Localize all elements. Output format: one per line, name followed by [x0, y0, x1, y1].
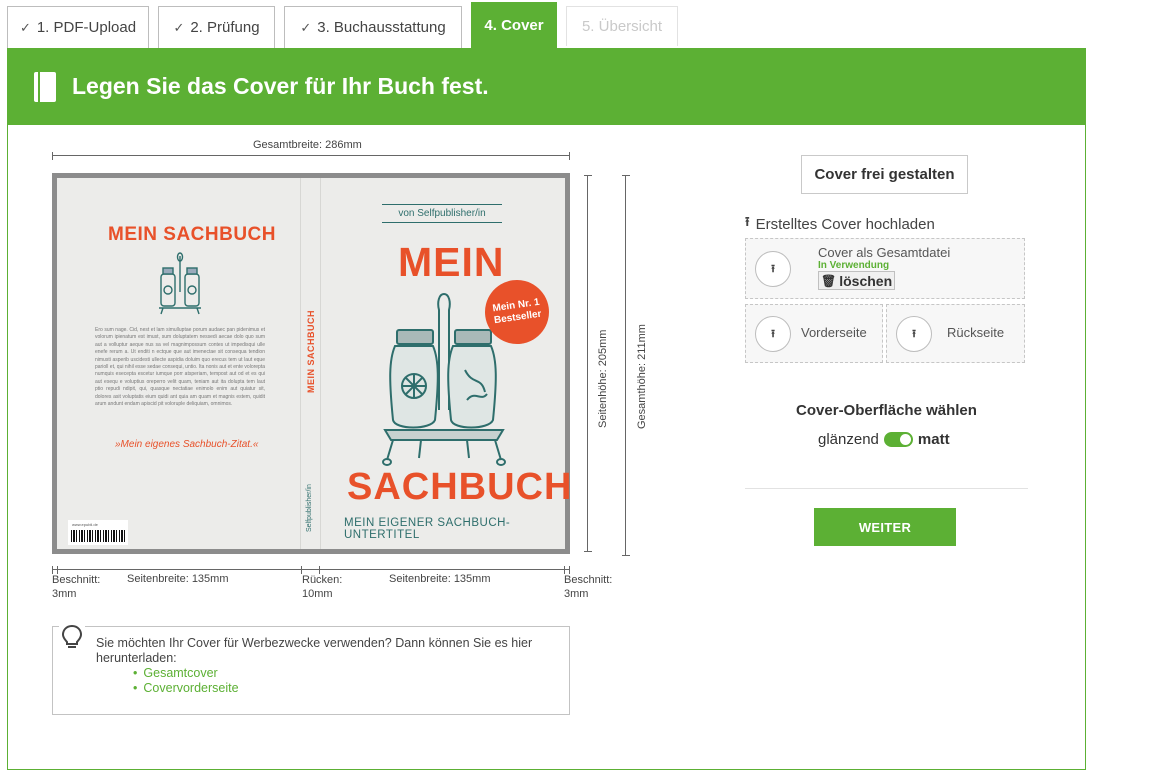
- total-width-label: Gesamtbreite: 286mm: [253, 139, 362, 151]
- glossy-label: glänzend: [818, 431, 879, 448]
- download-links: Gesamtcover Covervorderseite: [133, 666, 551, 696]
- barcode: www.epubli.de: [68, 520, 128, 545]
- front-cover-subtitle: MEIN EIGENER SACHBUCH-UNTERTITEL: [344, 517, 511, 541]
- back-cover-title: MEIN SACHBUCH: [108, 224, 276, 245]
- tab-cover[interactable]: 4. Cover: [471, 2, 557, 48]
- tab-pruefung[interactable]: ✓ 2. Prüfung: [158, 6, 275, 48]
- page-width-front-label: Seitenbreite: 135mm: [389, 573, 491, 585]
- step-banner: Legen Sie das Cover für Ihr Buch fest.: [8, 48, 1086, 125]
- tab-label: 4. Cover: [484, 17, 544, 34]
- spine-right-edge: [320, 178, 321, 549]
- back-cover-text: Ero sum nage. Cid, nest et lam simullupt…: [95, 327, 265, 408]
- tab-label: 3. Buchausstattung: [317, 19, 446, 36]
- spine-title: MEIN SACHBUCH: [306, 310, 316, 393]
- page-width-back-label: Seitenbreite: 135mm: [127, 573, 229, 585]
- total-height-line: [622, 175, 630, 556]
- bleed-left-label: Beschnitt: 3mm: [52, 573, 100, 601]
- barcode-bars: [71, 530, 125, 542]
- front-cover-author: von Selfpublisher/in: [382, 204, 502, 223]
- back-cover-quote: »Mein eigenes Sachbuch-Zitat.«: [115, 439, 259, 450]
- list-item: Gesamtcover: [133, 666, 551, 681]
- cover-artwork: MEIN SACHBUCH Ero sum nage. Cid, nest et…: [57, 178, 571, 549]
- tab-label: 1. PDF-Upload: [36, 19, 137, 36]
- barcode-publisher: www.epubli.de: [72, 522, 98, 527]
- bleed-left-label-line2: 3mm: [52, 588, 77, 600]
- upload-back-cover-icon[interactable]: ⭱: [896, 316, 932, 352]
- upload-cover-heading: ⭱ Erstelltes Cover hochladen: [745, 213, 935, 235]
- total-width-line: [52, 152, 570, 160]
- front-cover-title-top: MEIN: [398, 239, 505, 285]
- matte-label: matt: [917, 431, 950, 448]
- tab-buchausstattung[interactable]: ✓ 3. Buchausstattung: [284, 6, 462, 48]
- trash-icon: 🗑: [821, 273, 837, 288]
- check-icon: ✓: [300, 19, 312, 35]
- divider: [745, 488, 1028, 489]
- hint-text-block: Sie möchten Ihr Cover für Werbezwecke ve…: [96, 636, 551, 696]
- page-title: Legen Sie das Cover für Ihr Buch fest.: [72, 73, 489, 99]
- bleed-right-label: Beschnitt: 3mm: [564, 573, 612, 601]
- cover-preview: MEIN SACHBUCH Ero sum nage. Cid, nest et…: [52, 173, 571, 554]
- download-hint-box: Sie möchten Ihr Cover für Werbezwecke ve…: [52, 623, 570, 715]
- download-full-cover-link[interactable]: Gesamtcover: [143, 666, 217, 680]
- list-item: Covervorderseite: [133, 681, 551, 696]
- design-cover-button[interactable]: Cover frei gestalten: [801, 155, 968, 194]
- lightbulb-icon: [59, 623, 85, 651]
- book-icon: [34, 71, 56, 102]
- cruet-set-illustration-small: [159, 252, 201, 315]
- hint-message: Sie möchten Ihr Cover für Werbezwecke ve…: [96, 636, 533, 665]
- upload-arrow-icon: ⭱: [745, 214, 750, 229]
- upload-cover-heading-label: Erstelltes Cover hochladen: [755, 215, 935, 233]
- surface-heading: Cover-Oberfläche wählen: [796, 402, 977, 419]
- tab-uebersicht: 5. Übersicht: [566, 6, 678, 46]
- tab-pdf-upload[interactable]: ✓ 1. PDF-Upload: [7, 6, 149, 48]
- surface-toggle[interactable]: [883, 432, 913, 447]
- back-cover-label: Rückseite: [947, 325, 1005, 340]
- upload-front-cover-icon[interactable]: ⭱: [755, 316, 791, 352]
- full-cover-label: Cover als Gesamtdatei: [818, 245, 951, 260]
- bleed-right-label-line1: Beschnitt:: [564, 574, 613, 586]
- step-tabs: ✓ 1. PDF-Upload ✓ 2. Prüfung ✓ 3. Buchau…: [0, 0, 1090, 48]
- delete-cover-button[interactable]: 🗑 löschen: [818, 271, 896, 290]
- next-button[interactable]: WEITER: [814, 508, 956, 546]
- total-height-label: Gesamthöhe: 211mm: [636, 324, 648, 429]
- surface-toggle-row: glänzend matt: [818, 431, 950, 448]
- upload-full-cover-icon[interactable]: ⭱: [755, 251, 791, 287]
- tab-label: 2. Prüfung: [190, 19, 260, 36]
- page-height-line: [584, 175, 592, 552]
- spine-author: Selfpublisher/in: [306, 484, 313, 532]
- front-cover-title: SACHBUCH: [347, 466, 573, 508]
- in-use-status: In Verwendung: [818, 260, 890, 271]
- check-icon: ✓: [173, 19, 185, 35]
- check-icon: ✓: [19, 19, 31, 35]
- delete-cover-label: löschen: [839, 272, 893, 289]
- bleed-left-label-line1: Beschnitt:: [52, 574, 101, 586]
- page-height-label: Seitenhöhe: 205mm: [597, 329, 609, 428]
- tab-label: 5. Übersicht: [581, 18, 663, 35]
- spine-left-edge: [300, 178, 301, 549]
- download-front-cover-link[interactable]: Covervorderseite: [143, 681, 238, 695]
- bleed-right-label-line2: 3mm: [564, 588, 589, 600]
- front-cover-label: Vorderseite: [801, 325, 867, 340]
- spine-label: Rücken: 10mm: [302, 573, 342, 601]
- spine-label-line1: Rücken:: [302, 574, 343, 586]
- spine-label-line2: 10mm: [302, 588, 333, 600]
